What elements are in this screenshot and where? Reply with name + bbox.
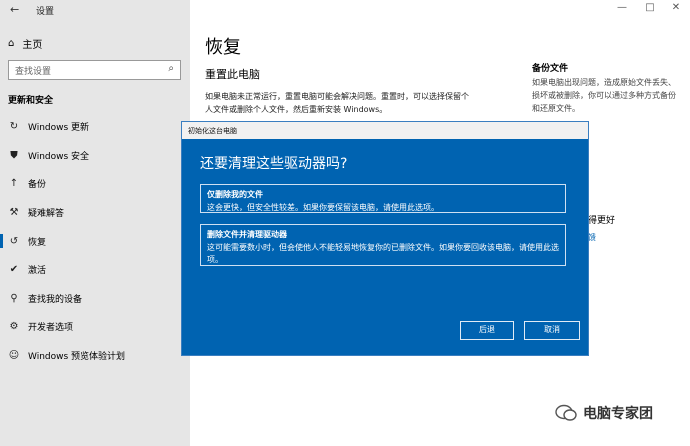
dialog-title: 初始化这台电脑 bbox=[182, 122, 588, 139]
sidebar-item-label: 激活 bbox=[28, 265, 47, 276]
smiley-icon: ☺ bbox=[8, 349, 20, 361]
backup-files-title: 备份文件 bbox=[532, 64, 569, 74]
wrench-icon: ⚒ bbox=[9, 206, 19, 218]
title-bar: ← 设置 — □ ✕ bbox=[0, 0, 690, 20]
option-description: 这会更快，但安全性较差。如果你要保留该电脑，请使用此选项。 bbox=[207, 203, 439, 212]
tools-icon: ⚙ bbox=[9, 320, 19, 332]
back-button[interactable]: 后退 bbox=[460, 321, 514, 340]
sidebar-item-label: Windows 安全 bbox=[28, 151, 90, 162]
cancel-button[interactable]: 取消 bbox=[524, 321, 580, 340]
sidebar-item-recovery[interactable]: ↺ 恢复 bbox=[0, 231, 190, 251]
option-remove-files-only[interactable]: 仅删除我的文件 这会更快，但安全性较差。如果你要保留该电脑，请使用此选项。 bbox=[200, 184, 566, 213]
sidebar-item-label: 查找我的设备 bbox=[28, 294, 83, 305]
option-description: 这可能需要数小时，但会使他人不能轻易地恢复你的已删除文件。如果你要回收该电脑，请… bbox=[207, 243, 559, 264]
sidebar-item-developer[interactable]: ⚙ 开发者选项 bbox=[0, 316, 190, 336]
dialog-heading: 还要清理这些驱动器吗? bbox=[200, 156, 348, 172]
sidebar-item-backup[interactable]: ↑ 备份 bbox=[0, 173, 190, 193]
search-input[interactable]: 查找设置 ⌕ bbox=[8, 60, 181, 80]
sidebar-item-label: Windows 更新 bbox=[28, 122, 90, 133]
upload-icon: ↑ bbox=[9, 177, 19, 189]
sidebar-item-label: 备份 bbox=[28, 179, 47, 190]
reset-description: 如果电脑未正常运行，重置电脑可能会解决问题。重置时，可以选择保留个人文件或删除个… bbox=[205, 92, 469, 114]
check-circle-icon: ✔ bbox=[9, 263, 19, 275]
person-locate-icon: ⚲ bbox=[10, 292, 18, 304]
reset-heading: 重置此电脑 bbox=[205, 68, 260, 81]
search-placeholder: 查找设置 bbox=[15, 67, 52, 77]
home-label: 主页 bbox=[22, 40, 43, 51]
backup-files-description: 如果电脑出现问题，造成原始文件丢失、损坏或被删除，你可以通过多种方式备份和还原文… bbox=[532, 78, 676, 113]
history-icon: ↺ bbox=[9, 235, 19, 247]
sidebar: ⌂ 主页 查找设置 ⌕ 更新和安全 ↻ Windows 更新 ⛊ Windows… bbox=[0, 0, 190, 446]
sidebar-item-troubleshoot[interactable]: ⚒ 疑难解答 bbox=[0, 202, 190, 222]
back-icon[interactable]: ← bbox=[10, 3, 19, 16]
watermark: 电脑专家团 bbox=[555, 403, 653, 423]
sidebar-item-insider[interactable]: ☺ Windows 预览体验计划 bbox=[0, 345, 190, 365]
sidebar-item-activation[interactable]: ✔ 激活 bbox=[0, 259, 190, 279]
home-nav[interactable]: ⌂ 主页 bbox=[8, 36, 42, 51]
sidebar-item-windows-security[interactable]: ⛊ Windows 安全 bbox=[0, 145, 190, 165]
sidebar-item-label: 开发者选项 bbox=[28, 322, 74, 333]
option-title: 删除文件并清理驱动器 bbox=[207, 230, 287, 239]
home-icon: ⌂ bbox=[8, 38, 15, 49]
search-icon: ⌕ bbox=[168, 63, 174, 74]
close-icon[interactable]: ✕ bbox=[666, 2, 686, 13]
wechat-icon bbox=[555, 404, 577, 421]
shield-icon: ⛊ bbox=[10, 149, 18, 161]
minimize-icon[interactable]: — bbox=[612, 2, 632, 13]
sync-icon: ↻ bbox=[9, 120, 19, 132]
maximize-icon[interactable]: □ bbox=[640, 2, 660, 13]
page-title: 恢复 bbox=[205, 37, 241, 58]
option-remove-and-clean-drive[interactable]: 删除文件并清理驱动器 这可能需要数小时，但会使他人不能轻易地恢复你的已删除文件。… bbox=[200, 224, 566, 266]
section-title: 更新和安全 bbox=[8, 96, 54, 106]
sidebar-item-label: Windows 预览体验计划 bbox=[28, 351, 126, 362]
window-title: 设置 bbox=[36, 7, 55, 17]
option-title: 仅删除我的文件 bbox=[207, 190, 263, 199]
sidebar-item-find-device[interactable]: ⚲ 查找我的设备 bbox=[0, 288, 190, 308]
make-windows-better-peek: 得更好 bbox=[588, 216, 616, 226]
watermark-text: 电脑专家团 bbox=[583, 406, 653, 422]
reset-dialog: 初始化这台电脑 还要清理这些驱动器吗? 仅删除我的文件 这会更快，但安全性较差。… bbox=[181, 121, 589, 356]
sidebar-item-label: 恢复 bbox=[28, 237, 47, 248]
feedback-link-peek[interactable]: 馈 bbox=[588, 232, 596, 243]
sidebar-item-label: 疑难解答 bbox=[28, 208, 65, 219]
sidebar-item-windows-update[interactable]: ↻ Windows 更新 bbox=[0, 116, 190, 136]
